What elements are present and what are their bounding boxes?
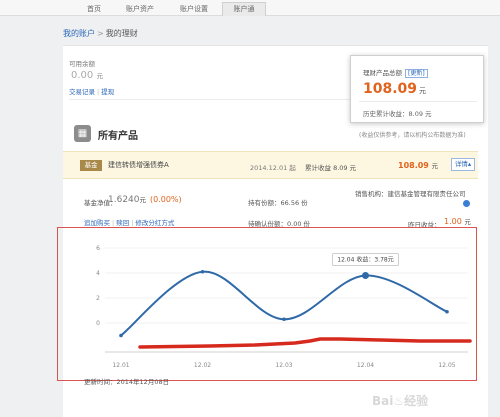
yesterday-earnings-value: 1.00 元 bbox=[444, 216, 471, 226]
tab-account-assets[interactable]: 账户资产 bbox=[118, 2, 162, 16]
breadcrumb: 我的账户 > 我的理财 bbox=[63, 28, 138, 39]
available-balance-label: 可用余额 bbox=[69, 60, 95, 68]
summary-divider bbox=[359, 101, 477, 102]
breadcrumb-root-link[interactable]: 我的账户 bbox=[63, 29, 95, 38]
action-links: 追加购买 | 赎回 | 修改分红方式 bbox=[84, 217, 174, 227]
yesterday-earnings-number: 1.00 bbox=[444, 217, 462, 226]
available-balance-value: 0.00 元 bbox=[71, 70, 103, 81]
action-link-separator: | bbox=[131, 219, 134, 227]
fund-badge: 基金 bbox=[80, 160, 102, 171]
transaction-records-link[interactable]: 交易记录 bbox=[69, 88, 95, 96]
baidu-watermark: Bai♨经验 bbox=[372, 394, 429, 408]
add-purchase-link[interactable]: 追加购买 bbox=[84, 219, 110, 227]
available-balance-unit: 元 bbox=[96, 72, 103, 80]
product-cumulative-earnings: 累计收益 8.09 元 bbox=[305, 164, 357, 172]
available-links: 交易记录 | 提现 bbox=[69, 86, 114, 96]
withdraw-link[interactable]: 提现 bbox=[101, 88, 114, 96]
available-balance-number: 0.00 bbox=[71, 70, 94, 81]
chevron-up-icon: ▴ bbox=[467, 160, 472, 168]
tab-account-link[interactable]: 账户通 bbox=[222, 2, 266, 16]
share-icon[interactable] bbox=[463, 200, 470, 207]
yesterday-earnings-unit: 元 bbox=[464, 218, 471, 226]
holding-shares: 持有份额：66.56 份 bbox=[248, 199, 308, 207]
section-title: 所有产品 bbox=[98, 131, 138, 142]
nav-unit: 元 bbox=[139, 196, 147, 204]
summary-title: 理财产品总额 [更新] bbox=[363, 67, 428, 78]
update-button[interactable]: [更新] bbox=[405, 69, 428, 78]
details-button[interactable]: 详情▴ bbox=[451, 158, 475, 171]
redeem-link[interactable]: 赎回 bbox=[116, 219, 129, 227]
details-label: 详情 bbox=[454, 160, 468, 168]
summary-total-number: 108.09 bbox=[363, 81, 418, 97]
tab-home[interactable]: 首页 bbox=[74, 2, 114, 16]
top-nav: 首页 账户资产 账户设置 账户通 bbox=[0, 0, 500, 16]
link-separator: | bbox=[97, 88, 100, 96]
breadcrumb-current: 我的理财 bbox=[105, 29, 138, 38]
summary-history-earnings: 历史累计收益：8.09 元 bbox=[363, 110, 432, 118]
product-amount-number: 108.09 bbox=[398, 161, 429, 170]
summary-total-unit: 元 bbox=[419, 87, 427, 95]
summary-title-text: 理财产品总额 bbox=[363, 69, 402, 77]
tab-account-settings[interactable]: 账户设置 bbox=[172, 2, 216, 16]
product-amount-unit: 元 bbox=[431, 162, 439, 170]
seller-institution: 销售机构：建信基金管理有限责任公司 bbox=[355, 190, 466, 198]
breadcrumb-separator: > bbox=[97, 29, 104, 38]
nav-value: 1.6240元 (0.00%) bbox=[108, 194, 182, 205]
product-start-date: 2014.12.01 起 bbox=[250, 164, 296, 172]
chart-update-time: 更新时间：2014年12月08日 bbox=[84, 378, 170, 386]
summary-total-value: 108.09 元 bbox=[363, 81, 426, 97]
chart-highlight-box bbox=[57, 227, 477, 381]
nav-number: 1.6240 bbox=[108, 195, 140, 205]
product-name: 建信转债增强债券A bbox=[108, 161, 169, 169]
modify-dividend-link[interactable]: 修改分红方式 bbox=[135, 219, 174, 227]
products-icon: ▦ bbox=[74, 125, 91, 142]
action-link-separator: | bbox=[112, 219, 115, 227]
section-note: (收益仅供参考，请以机构公布数据为准) bbox=[359, 132, 466, 139]
product-amount: 108.09 元 bbox=[398, 160, 438, 170]
nav-change-percent: (0.00%) bbox=[150, 195, 182, 204]
total-summary-card: 理财产品总额 [更新] 108.09 元 历史累计收益：8.09 元 bbox=[350, 55, 484, 123]
